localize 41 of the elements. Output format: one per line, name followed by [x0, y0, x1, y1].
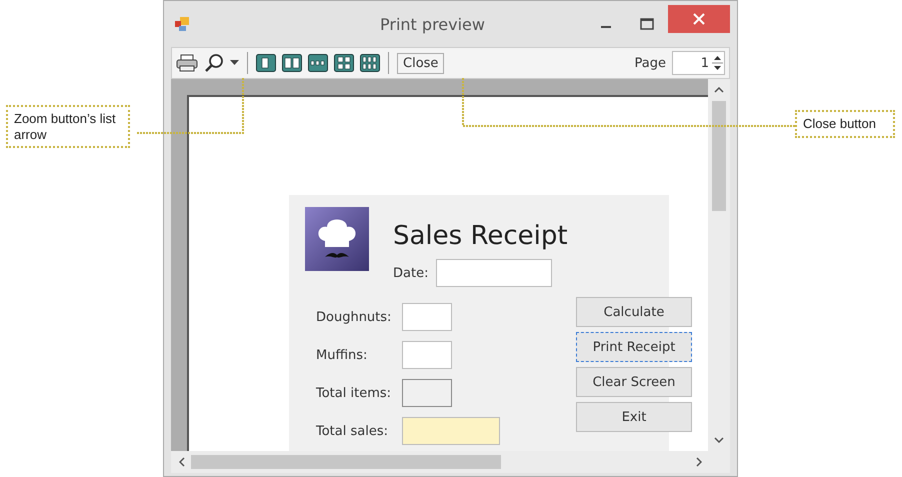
field-label: Total sales:: [316, 424, 389, 438]
scroll-left-icon[interactable]: [179, 457, 185, 467]
scrollbar-thumb[interactable]: [712, 101, 726, 211]
scroll-up-icon[interactable]: [714, 87, 724, 93]
app-icon: [175, 17, 189, 31]
page-label: Page: [634, 56, 666, 70]
form-title: Sales Receipt: [393, 221, 568, 251]
input-field[interactable]: [402, 341, 452, 369]
input-field[interactable]: [402, 303, 452, 331]
output-field: [402, 379, 452, 407]
two-pages-icon[interactable]: [282, 54, 302, 72]
date-field[interactable]: [436, 259, 552, 287]
scroll-down-icon[interactable]: [714, 437, 724, 443]
callout-label: Close button: [795, 110, 895, 138]
close-window-button[interactable]: [668, 5, 730, 33]
form-button[interactable]: Calculate: [576, 297, 692, 327]
page-spinner[interactable]: 1: [672, 51, 725, 75]
window-title: Print preview: [379, 14, 486, 34]
close-icon: [693, 13, 705, 25]
maximize-icon[interactable]: [640, 18, 654, 30]
scrollbar-thumb[interactable]: [191, 455, 501, 469]
field-label: Doughnuts:: [316, 310, 392, 324]
form-button[interactable]: Exit: [576, 402, 692, 432]
form-button[interactable]: Clear Screen: [576, 367, 692, 397]
printer-icon[interactable]: [176, 54, 198, 72]
date-label: Date:: [393, 266, 428, 280]
scroll-right-icon[interactable]: [696, 457, 702, 467]
field-label: Total items:: [316, 386, 392, 400]
horizontal-scrollbar[interactable]: [171, 451, 730, 473]
dropdown-arrow-icon[interactable]: [230, 60, 239, 66]
six-pages-icon[interactable]: [360, 54, 380, 72]
form-button[interactable]: Print Receipt: [576, 332, 692, 362]
one-page-icon[interactable]: [256, 54, 276, 72]
three-pages-icon[interactable]: [308, 54, 328, 72]
page-number: 1: [700, 56, 709, 70]
field-label: Muffins:: [316, 348, 368, 362]
callout-label: Zoom button’s list arrow: [6, 105, 130, 148]
close-button[interactable]: Close: [397, 52, 444, 74]
four-pages-icon[interactable]: [334, 54, 354, 72]
vertical-scrollbar[interactable]: [708, 79, 730, 451]
search-icon[interactable]: [204, 53, 224, 73]
